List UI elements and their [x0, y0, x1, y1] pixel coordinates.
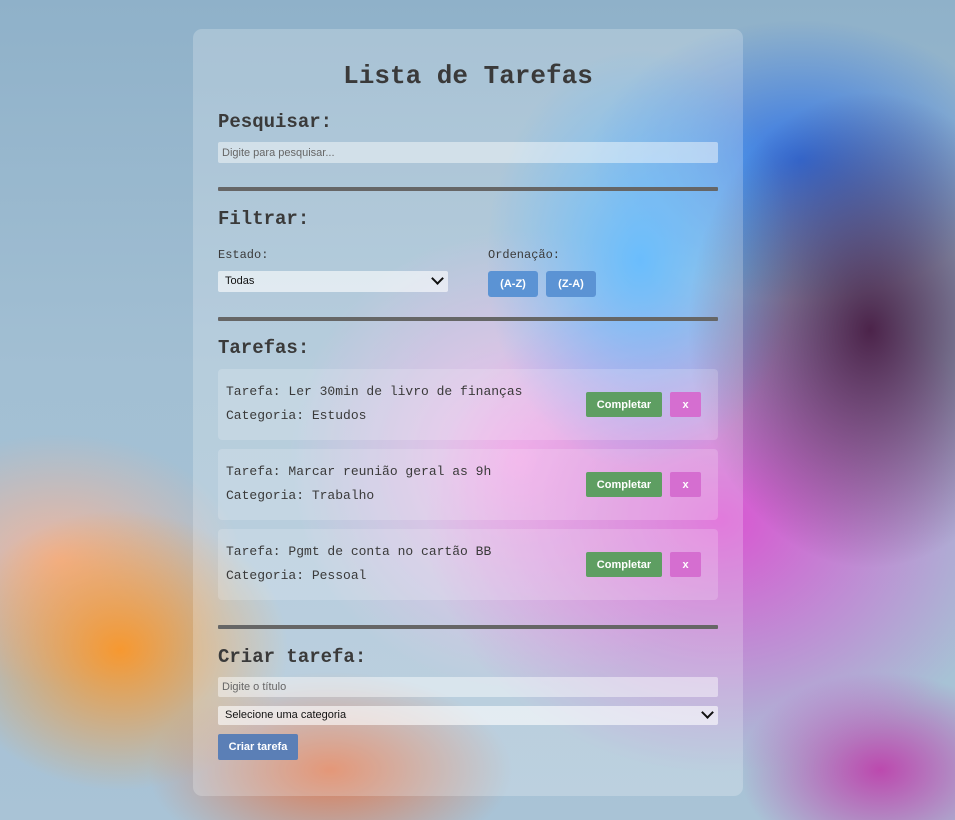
task-title: Tarefa: Pgmt de conta no cartão BB	[226, 544, 492, 559]
task-category: Categoria: Pessoal	[226, 568, 367, 583]
create-heading: Criar tarefa:	[218, 646, 367, 668]
task-title: Tarefa: Ler 30min de livro de finanças	[226, 384, 523, 399]
status-select-value: Todas	[225, 275, 255, 287]
chevron-down-icon	[431, 272, 444, 285]
category-select[interactable]: Selecione uma categoria	[218, 706, 718, 725]
chevron-down-icon	[701, 706, 714, 719]
tasks-heading: Tarefas:	[218, 337, 310, 359]
search-input[interactable]	[218, 142, 718, 163]
divider	[218, 187, 718, 191]
search-heading: Pesquisar:	[218, 111, 333, 133]
complete-button[interactable]: Completar	[586, 472, 662, 497]
sort-desc-button[interactable]: (Z-A)	[546, 271, 596, 297]
page-title: Lista de Tarefas	[343, 61, 593, 91]
task-category: Categoria: Trabalho	[226, 488, 375, 503]
remove-button[interactable]: x	[670, 392, 701, 417]
complete-button[interactable]: Completar	[586, 392, 662, 417]
task-title-input[interactable]	[218, 677, 718, 697]
sort-asc-button[interactable]: (A-Z)	[488, 271, 538, 297]
task-item: Tarefa: Ler 30min de livro de finanças C…	[218, 369, 718, 440]
task-item: Tarefa: Pgmt de conta no cartão BB Categ…	[218, 529, 718, 600]
remove-button[interactable]: x	[670, 472, 701, 497]
task-item: Tarefa: Marcar reunião geral as 9h Categ…	[218, 449, 718, 520]
divider	[218, 317, 718, 321]
task-category: Categoria: Estudos	[226, 408, 367, 423]
complete-button[interactable]: Completar	[586, 552, 662, 577]
status-select[interactable]: Todas	[218, 271, 448, 292]
task-title: Tarefa: Marcar reunião geral as 9h	[226, 464, 492, 479]
divider	[218, 625, 718, 629]
create-task-button[interactable]: Criar tarefa	[218, 734, 298, 760]
status-label: Estado:	[218, 248, 269, 262]
remove-button[interactable]: x	[670, 552, 701, 577]
sort-label: Ordenação:	[488, 248, 561, 262]
category-select-value: Selecione uma categoria	[225, 709, 347, 721]
filter-heading: Filtrar:	[218, 208, 310, 230]
todo-panel: Lista de Tarefas Pesquisar: Filtrar: Est…	[193, 29, 743, 796]
